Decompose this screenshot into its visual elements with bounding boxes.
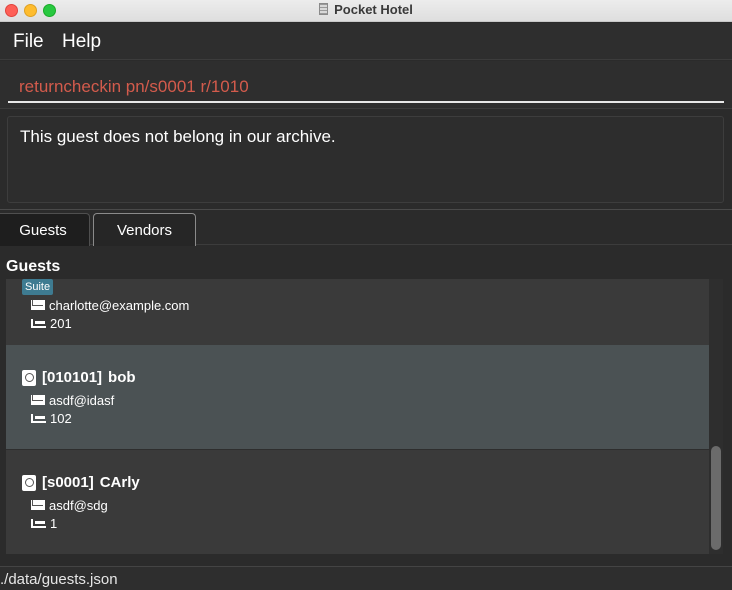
guest-name: CArly: [99, 474, 140, 491]
tab-vendors[interactable]: Vendors: [93, 213, 196, 246]
scrollbar-thumb[interactable]: [711, 446, 721, 550]
title-bar: Pocket Hotel: [0, 0, 732, 22]
app-icon: [319, 3, 329, 15]
mail-icon: [31, 500, 45, 510]
guest-id: [010101]: [42, 369, 103, 386]
guest-room: 102: [50, 410, 72, 426]
guest-list[interactable]: Suite charlotte@example.com 201 [010101]…: [6, 279, 709, 554]
guest-name: bob: [108, 369, 136, 386]
menu-file[interactable]: File: [13, 31, 44, 53]
passport-icon: [22, 474, 36, 491]
window-title-group: Pocket Hotel: [0, 2, 732, 17]
guest-email: asdf@idasf: [49, 392, 115, 408]
menu-help[interactable]: Help: [62, 31, 101, 53]
guest-card[interactable]: [010101] bob asdf@idasf 102: [6, 345, 709, 449]
status-bar: ./data/guests.json: [0, 566, 732, 590]
command-area: [0, 61, 732, 109]
mail-icon: [31, 395, 45, 405]
mail-icon: [31, 300, 45, 310]
guest-panel-title: Guests: [6, 258, 61, 275]
bed-icon: [31, 518, 46, 528]
guest-header: [010101] bob: [22, 369, 136, 386]
command-input[interactable]: [8, 73, 724, 103]
room-row: 1: [31, 515, 57, 531]
guest-id: [s0001]: [42, 474, 94, 491]
bed-icon: [31, 413, 46, 423]
result-display: This guest does not belong in our archiv…: [7, 116, 724, 203]
guest-card[interactable]: [s0001] CArly asdf@sdg 1: [6, 449, 709, 554]
email-row: asdf@sdg: [31, 497, 108, 513]
guest-room: 201: [50, 315, 72, 331]
guest-header: [s0001] CArly: [22, 474, 140, 491]
tab-guests[interactable]: Guests: [0, 213, 90, 246]
tab-bar: Guests Vendors: [0, 209, 732, 246]
window-title: Pocket Hotel: [334, 2, 413, 17]
room-row: 102: [31, 410, 72, 426]
result-message: This guest does not belong in our archiv…: [20, 127, 336, 146]
bed-icon: [31, 318, 46, 328]
menu-bar: File Help: [0, 23, 732, 60]
status-file-path: ./data/guests.json: [0, 571, 118, 588]
guest-email: charlotte@example.com: [49, 297, 190, 313]
email-row: charlotte@example.com: [31, 297, 189, 313]
room-row: 201: [31, 315, 72, 331]
guest-card[interactable]: Suite charlotte@example.com 201: [6, 279, 709, 345]
passport-icon: [22, 369, 36, 386]
room-type-tag: Suite: [22, 279, 54, 295]
guest-email: asdf@sdg: [49, 497, 108, 513]
email-row: asdf@idasf: [31, 392, 114, 408]
guest-room: 1: [50, 515, 58, 531]
